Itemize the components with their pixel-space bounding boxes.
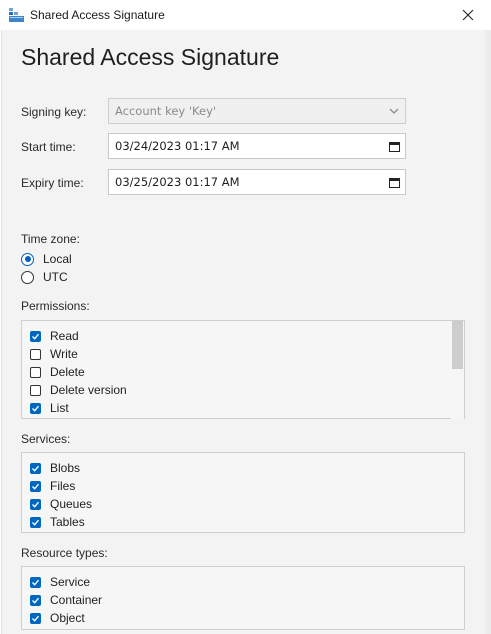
checkbox-box [30, 366, 41, 378]
checkbox-box [30, 384, 41, 396]
checkbox-box [30, 594, 41, 606]
checkbox-label: Blobs [50, 461, 81, 475]
checkbox-box [30, 462, 41, 474]
checkbox-box [30, 402, 41, 414]
start-time-label: Start time: [21, 140, 76, 154]
calendar-icon[interactable] [383, 141, 405, 152]
permissions-list[interactable]: Read Write Delete Delete version List [21, 320, 465, 419]
time-zone-label: Time zone: [21, 232, 80, 246]
radio-indicator [21, 270, 34, 284]
checkbox-label: Object [50, 611, 85, 625]
service-queues-checkbox[interactable]: Queues [30, 497, 92, 511]
expiry-time-value: 03/25/2023 01:17 AM [115, 175, 240, 189]
checkbox-label: Delete [50, 365, 85, 379]
checkbox-box [30, 612, 41, 624]
signing-key-label: Signing key: [21, 105, 87, 119]
resource-types-list[interactable]: Service Container Object [21, 566, 465, 630]
service-files-checkbox[interactable]: Files [30, 479, 75, 493]
expiry-time-input[interactable]: 03/25/2023 01:17 AM [108, 169, 406, 195]
chevron-down-icon [383, 108, 405, 114]
checkbox-box [30, 330, 41, 342]
services-list[interactable]: Blobs Files Queues Tables [21, 452, 465, 533]
radio-indicator [21, 252, 34, 266]
permission-delete-checkbox[interactable]: Delete [30, 365, 85, 379]
checkbox-box [30, 516, 41, 528]
permission-read-checkbox[interactable]: Read [30, 329, 79, 343]
radio-label: UTC [43, 270, 68, 284]
checkbox-label: Delete version [50, 383, 127, 397]
checkbox-label: Read [50, 329, 79, 343]
permission-write-checkbox[interactable]: Write [30, 347, 78, 361]
radio-label: Local [43, 252, 72, 266]
permissions-label: Permissions: [21, 299, 90, 313]
window-title: Shared Access Signature [30, 8, 165, 22]
checkbox-label: List [50, 401, 69, 415]
resource-service-checkbox[interactable]: Service [30, 575, 90, 589]
service-tables-checkbox[interactable]: Tables [30, 515, 85, 529]
checkbox-label: Tables [50, 515, 85, 529]
signing-key-value: Account key 'Key' [115, 104, 217, 118]
close-icon [462, 9, 474, 21]
expiry-time-label: Expiry time: [21, 176, 84, 190]
time-zone-utc-radio[interactable]: UTC [21, 270, 68, 284]
start-time-input[interactable]: 03/24/2023 01:17 AM [108, 133, 406, 159]
resource-container-checkbox[interactable]: Container [30, 593, 102, 607]
checkbox-label: Queues [50, 497, 93, 511]
dialog-heading: Shared Access Signature [21, 44, 280, 70]
checkbox-box [30, 480, 41, 492]
time-zone-local-radio[interactable]: Local [21, 252, 72, 266]
title-bar: Shared Access Signature [0, 0, 491, 30]
service-blobs-checkbox[interactable]: Blobs [30, 461, 80, 475]
checkbox-label: Service [50, 575, 91, 589]
permissions-scrollbar[interactable] [451, 321, 464, 419]
resource-object-checkbox[interactable]: Object [30, 611, 85, 625]
dialog-edge [485, 30, 491, 634]
checkbox-label: Write [50, 347, 78, 361]
storage-explorer-icon [9, 8, 24, 22]
resource-types-label: Resource types: [21, 546, 108, 560]
checkbox-box [30, 576, 41, 588]
close-button[interactable] [445, 0, 491, 30]
checkbox-label: Files [50, 479, 76, 493]
checkbox-box [30, 498, 41, 510]
checkbox-box [30, 348, 41, 360]
scrollbar-thumb[interactable] [452, 321, 463, 369]
calendar-icon[interactable] [383, 177, 405, 188]
checkbox-label: Container [50, 593, 103, 607]
permission-list-checkbox[interactable]: List [30, 401, 69, 415]
signing-key-dropdown[interactable]: Account key 'Key' [108, 98, 406, 124]
permission-delete-version-checkbox[interactable]: Delete version [30, 383, 127, 397]
start-time-value: 03/24/2023 01:17 AM [115, 139, 240, 153]
services-label: Services: [21, 432, 71, 446]
